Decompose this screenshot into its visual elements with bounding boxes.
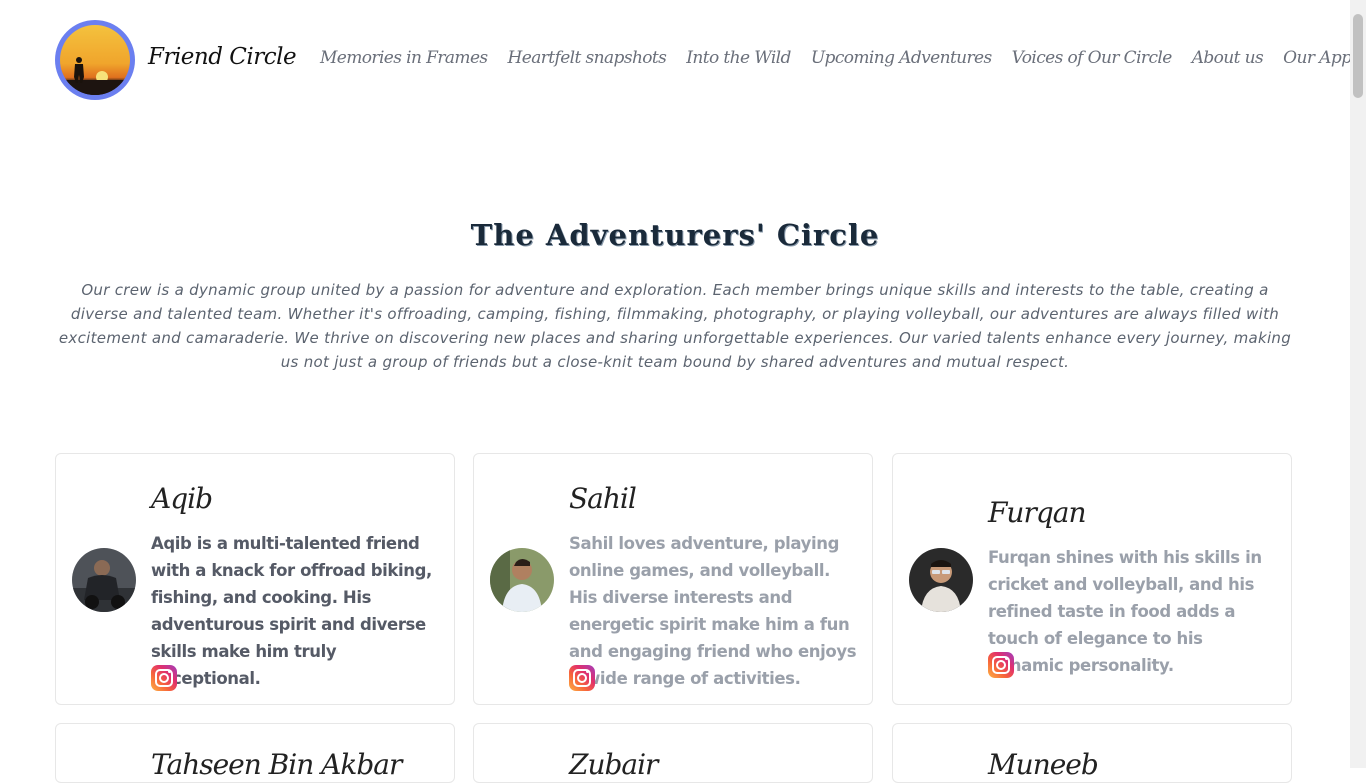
member-name: Sahil [569, 482, 637, 515]
sunset-silhouette-image [60, 25, 130, 95]
nav-link-memories[interactable]: Memories in Frames [320, 48, 488, 74]
member-card: Muneeb [892, 723, 1292, 783]
member-bio: Sahil loves adventure, playing online ga… [569, 534, 857, 688]
member-card: Sahil Sahil loves adventure, playing onl… [473, 453, 873, 705]
avatar [909, 548, 973, 612]
page-scrollbar[interactable] [1350, 0, 1366, 768]
member-name: Muneeb [988, 748, 1099, 781]
member-bio: Aqib is a multi-talented friend with a k… [151, 534, 432, 688]
avatar [72, 548, 136, 612]
nav-link-our-app[interactable]: Our App [1283, 48, 1352, 74]
nav-link-voices[interactable]: Voices of Our Circle [1012, 48, 1173, 74]
site-logo[interactable] [55, 20, 135, 100]
site-header: Friend Circle Memories in Frames Heartfe… [0, 0, 1352, 120]
member-card: Aqib Aqib is a multi-talented friend wit… [55, 453, 455, 705]
avatar [490, 548, 554, 612]
member-card: Zubair [473, 723, 873, 783]
member-card: Furqan Furqan shines with his skills in … [892, 453, 1292, 705]
brand-name[interactable]: Friend Circle [148, 44, 297, 70]
member-name: Aqib [151, 482, 213, 515]
main-nav: Memories in Frames Heartfelt snapshots I… [320, 48, 1352, 74]
nav-link-about-us[interactable]: About us [1192, 48, 1264, 74]
member-bio: Furqan shines with his skills in cricket… [988, 548, 1262, 675]
instagram-icon[interactable] [569, 665, 595, 691]
member-name: Furqan [988, 496, 1086, 529]
section-title: The Adventurers' Circle [470, 218, 880, 252]
member-name: Zubair [569, 748, 658, 781]
instagram-icon[interactable] [988, 652, 1014, 678]
nav-link-snapshots[interactable]: Heartfelt snapshots [508, 48, 667, 74]
member-name: Tahseen Bin Akbar [151, 748, 402, 781]
scrollbar-thumb[interactable] [1353, 14, 1363, 98]
instagram-icon[interactable] [151, 665, 177, 691]
member-card: Tahseen Bin Akbar [55, 723, 455, 783]
nav-link-into-the-wild[interactable]: Into the Wild [686, 48, 791, 74]
section-description: Our crew is a dynamic group united by a … [58, 281, 1292, 371]
nav-link-upcoming-adventures[interactable]: Upcoming Adventures [811, 48, 992, 74]
